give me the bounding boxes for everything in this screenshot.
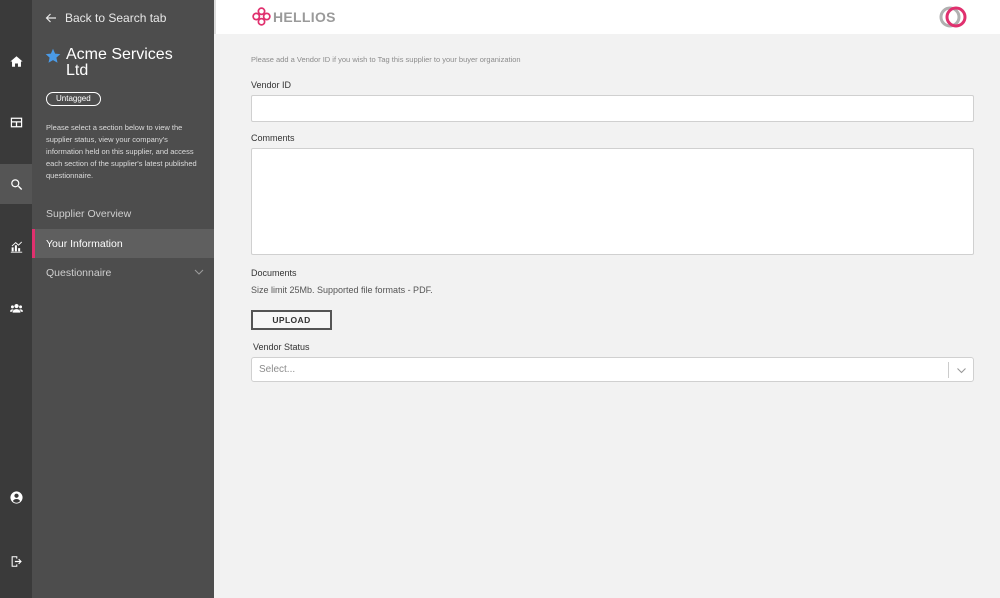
account-avatar-icon[interactable] — [938, 6, 968, 28]
nav-label: Your Information — [46, 237, 123, 250]
tag-status-badge: Untagged — [46, 92, 101, 106]
nav-questionnaire[interactable]: Questionnaire — [32, 258, 214, 287]
select-separator — [948, 362, 949, 378]
vendor-id-input[interactable] — [251, 95, 974, 122]
top-header: HELLIOS — [214, 0, 1000, 34]
users-icon — [9, 303, 23, 313]
arrow-left-icon — [45, 13, 56, 23]
bar-chart-icon — [10, 241, 22, 253]
brand-logo[interactable]: HELLIOS — [252, 7, 336, 26]
user-circle-icon — [9, 490, 23, 504]
supplier-heading: Acme Services Ltd — [45, 47, 196, 79]
vendor-id-hint: Please add a Vendor ID if you wish to Ta… — [251, 55, 521, 64]
vendor-status-select[interactable]: Select... — [251, 357, 974, 382]
vendor-id-label: Vendor ID — [251, 80, 292, 90]
vendor-status-placeholder: Select... — [259, 364, 296, 375]
nav-supplier-overview[interactable]: Supplier Overview — [32, 199, 214, 228]
rail-profile-button[interactable] — [0, 477, 32, 517]
icon-rail — [0, 0, 32, 598]
rail-users-button[interactable] — [0, 288, 32, 328]
rail-search-button[interactable] — [0, 164, 32, 204]
documents-size-note: Size limit 25Mb. Supported file formats … — [251, 285, 433, 295]
upload-button[interactable]: UPLOAD — [251, 310, 332, 330]
nav-label: Questionnaire — [46, 266, 112, 279]
chevron-down-icon[interactable] — [956, 365, 967, 376]
back-to-search-link[interactable]: Back to Search tab — [45, 11, 166, 25]
logout-icon — [11, 555, 22, 567]
chevron-down-icon — [194, 269, 204, 275]
rail-logout-button[interactable] — [0, 541, 32, 581]
comments-label: Comments — [251, 133, 295, 143]
supplier-name: Acme Services Ltd — [66, 46, 173, 79]
rail-analytics-button[interactable] — [0, 226, 32, 266]
search-icon — [10, 178, 22, 190]
comments-textarea[interactable] — [251, 148, 974, 255]
hellios-logo-icon — [252, 7, 271, 26]
home-icon — [9, 55, 23, 67]
grid-icon — [10, 117, 22, 127]
rail-dashboard-button[interactable] — [0, 102, 32, 142]
vendor-status-label: Vendor Status — [253, 342, 310, 352]
nav-your-information[interactable]: Your Information — [32, 229, 214, 258]
rail-home-button[interactable] — [0, 41, 32, 81]
supplier-side-panel: Back to Search tab Acme Services Ltd Unt… — [32, 0, 214, 598]
back-label: Back to Search tab — [65, 11, 167, 25]
star-icon[interactable] — [45, 48, 61, 64]
documents-label: Documents — [251, 268, 297, 278]
nav-label: Supplier Overview — [46, 207, 132, 220]
brand-name: HELLIOS — [273, 8, 336, 25]
panel-intro-text: Please select a section below to view th… — [46, 123, 197, 180]
